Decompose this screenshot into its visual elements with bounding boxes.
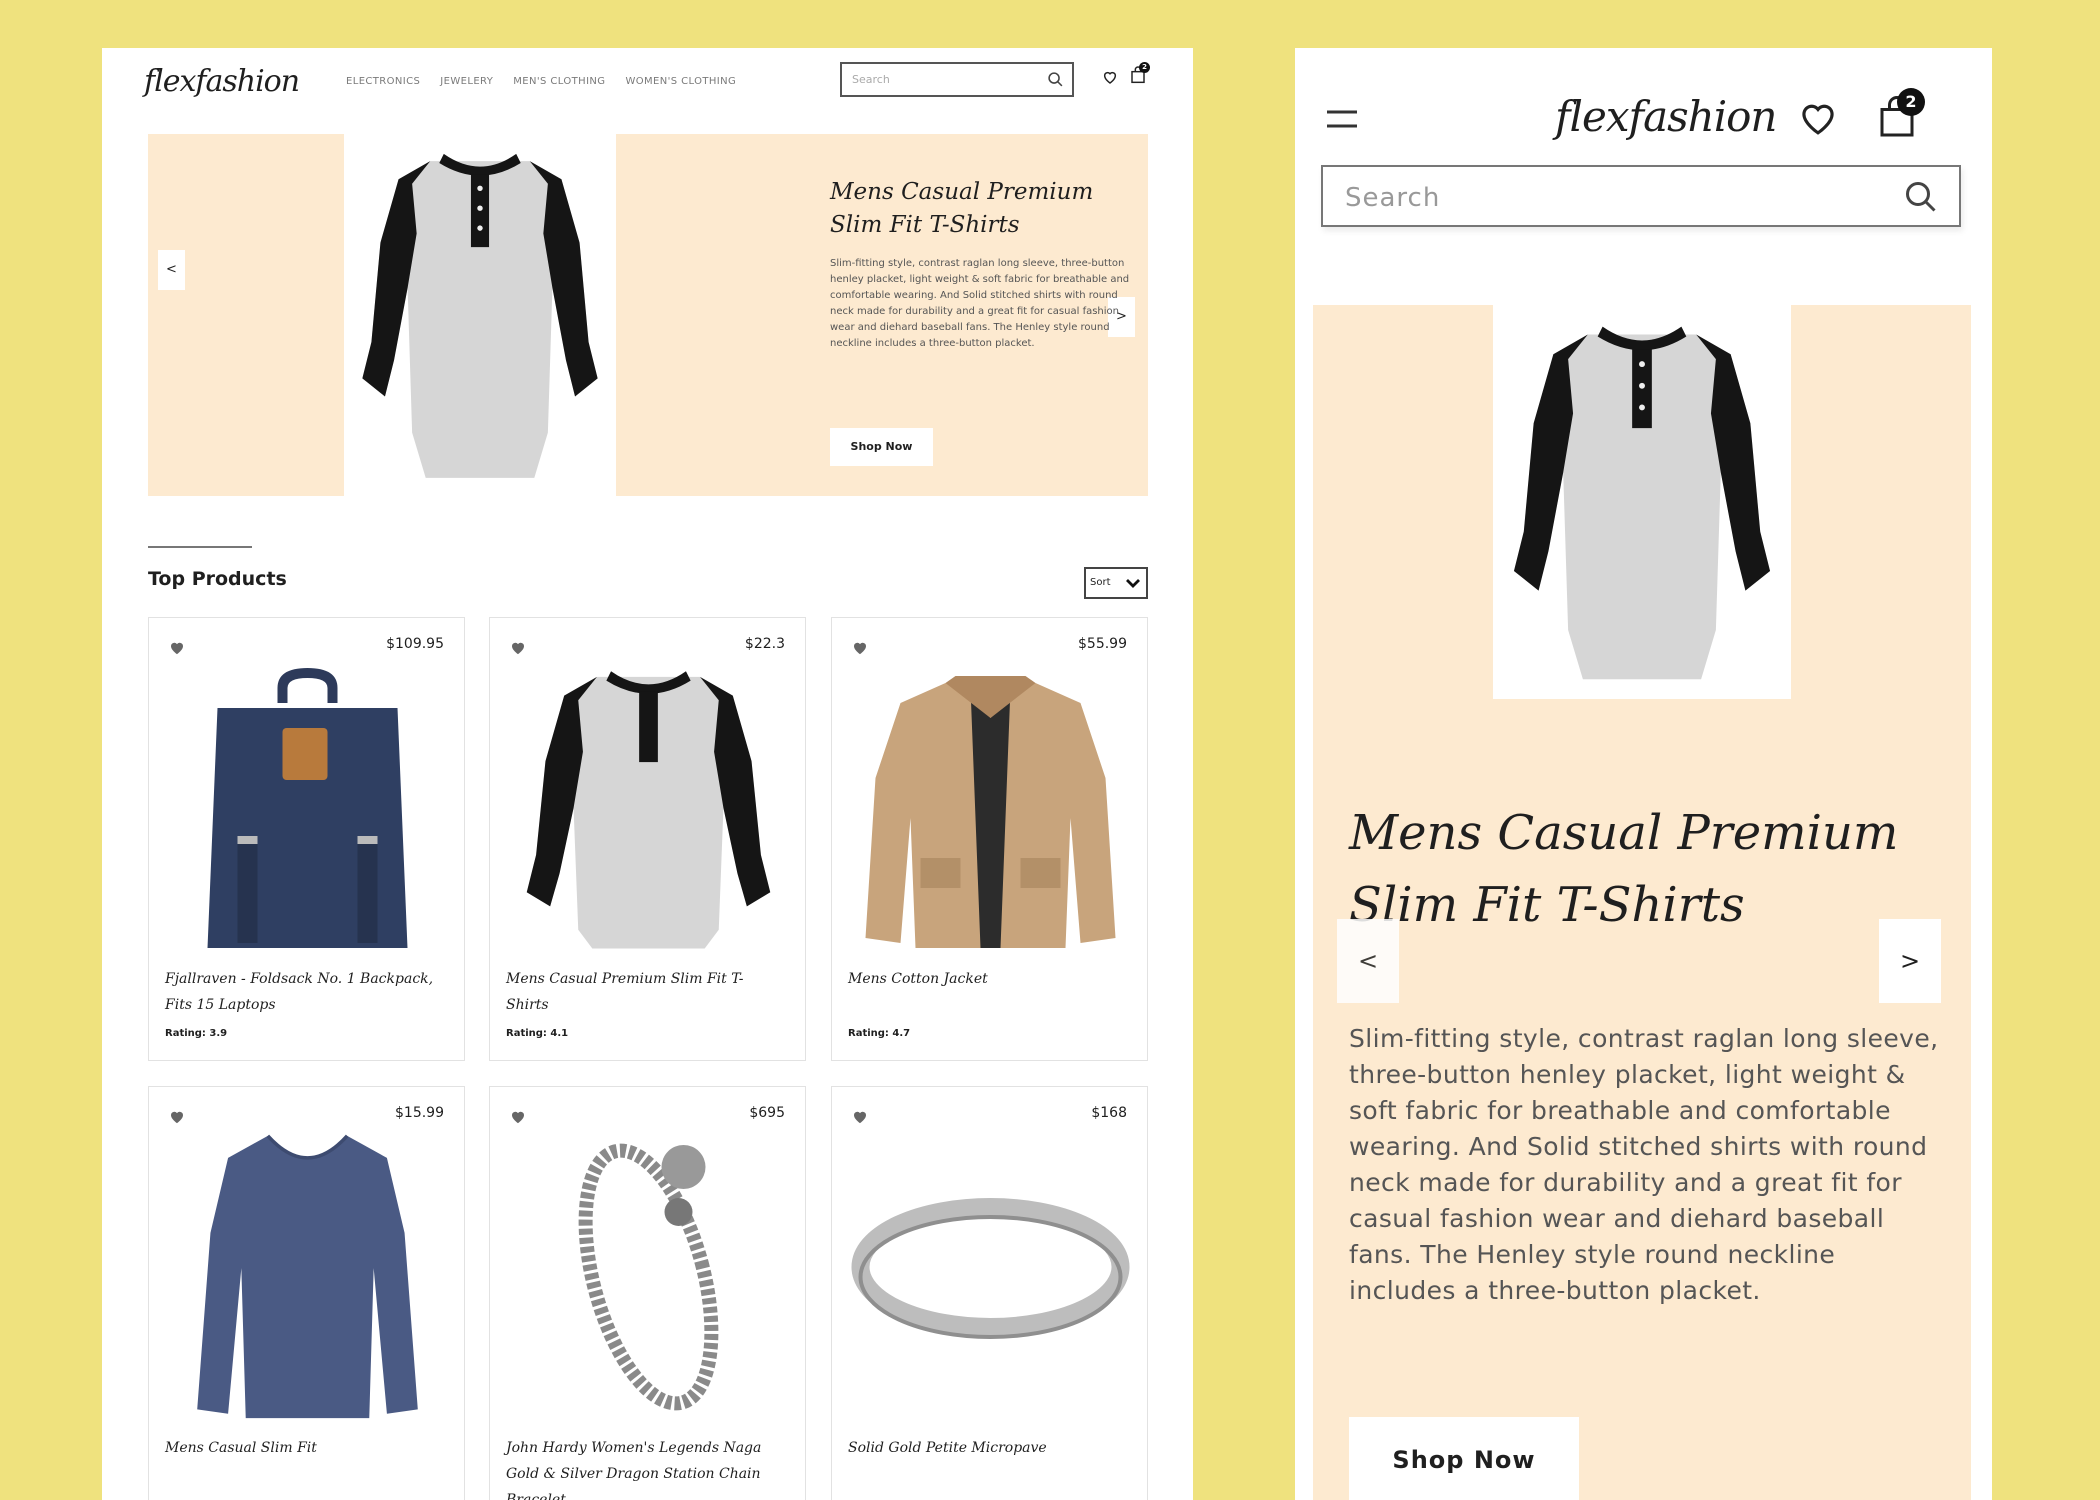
product-image [207, 668, 408, 948]
product-card[interactable]: $695 John Hardy Women's Legends Naga Gol… [489, 1086, 806, 1500]
product-rating: Rating: 4.7 [848, 1028, 911, 1039]
cart-count-badge: 2 [1897, 88, 1925, 116]
product-name[interactable]: Solid Gold Petite Micropave [848, 1435, 1128, 1461]
product-name[interactable]: Mens Casual Premium Slim Fit T-Shirts [506, 966, 786, 1018]
section-divider [148, 546, 252, 548]
favorite-heart-icon[interactable] [510, 640, 526, 655]
search-icon[interactable] [1903, 179, 1939, 215]
product-image [578, 1143, 719, 1411]
desktop-view: flexfashion ELECTRONICS JEWELERY MEN'S C… [102, 48, 1193, 1500]
search-placeholder: Search [852, 73, 890, 86]
hero-description: Slim-fitting style, contrast raglan long… [830, 258, 1130, 349]
shop-now-button[interactable]: Shop Now [1349, 1417, 1579, 1500]
sort-label: Sort [1090, 577, 1111, 588]
product-card[interactable]: $15.99 Mens Casual Slim Fit [148, 1086, 465, 1500]
product-price: $109.95 [386, 636, 444, 652]
hero-product-image [1493, 305, 1791, 699]
product-name[interactable]: Fjallraven - Foldsack No. 1 Backpack, Fi… [165, 966, 445, 1018]
product-name[interactable]: John Hardy Women's Legends Naga Gold & S… [506, 1435, 786, 1500]
search-input[interactable]: Search [1321, 165, 1961, 227]
favorite-heart-icon[interactable] [852, 1109, 868, 1124]
product-price: $22.3 [744, 636, 785, 652]
cart-count-badge: 2 [1139, 62, 1150, 73]
product-name[interactable]: Mens Casual Slim Fit [165, 1435, 445, 1461]
product-card[interactable]: $55.99 Mens Cotton Jacket Rating: 4.7 [831, 617, 1148, 1061]
section-title: Top Products [148, 568, 287, 590]
hero-description: Slim-fitting style, contrast raglan long… [1349, 1024, 1939, 1305]
hero-next-button[interactable]: > [1879, 919, 1941, 1003]
nav-item-electronics[interactable]: ELECTRONICS [346, 76, 420, 87]
search-icon[interactable] [1047, 71, 1064, 88]
heart-icon[interactable] [1799, 100, 1837, 136]
product-image [865, 676, 1116, 948]
heart-icon[interactable] [1102, 69, 1118, 85]
sort-select[interactable]: Sort [1084, 567, 1148, 599]
cart-button[interactable]: 2 [1130, 62, 1150, 84]
product-card[interactable]: $22.3 Mens Casual Premium Slim Fit T-Shi… [489, 617, 806, 1061]
nav-item-mens-clothing[interactable]: MEN'S CLOTHING [513, 76, 605, 87]
chevron-down-icon [1126, 579, 1140, 588]
product-name[interactable]: Mens Cotton Jacket [848, 966, 1128, 992]
product-image [851, 1198, 1130, 1339]
search-input[interactable]: Search [840, 62, 1074, 97]
product-price: $55.99 [1078, 636, 1127, 652]
favorite-heart-icon[interactable] [852, 640, 868, 655]
menu-icon[interactable] [1325, 108, 1359, 130]
product-card[interactable]: $109.95 Fjallraven - Foldsack No. 1 Back… [148, 617, 465, 1061]
hero-banner: Mens Casual Premium Slim Fit T-Shirts < … [1313, 305, 1971, 1500]
brand-logo[interactable]: flexfashion [144, 64, 300, 99]
hero-title: Mens Casual Premium Slim Fit T-Shirts [830, 179, 1094, 238]
product-image [197, 1134, 418, 1419]
product-rating: Rating: 3.9 [165, 1028, 228, 1039]
product-rating: Rating: 4.1 [506, 1028, 569, 1039]
brand-logo[interactable]: flexfashion [1555, 92, 1777, 141]
favorite-heart-icon[interactable] [169, 640, 185, 655]
product-image [526, 671, 771, 949]
search-placeholder: Search [1345, 183, 1441, 213]
product-price: $168 [1091, 1105, 1127, 1121]
hero-prev-button[interactable]: < [1337, 919, 1399, 1003]
cart-button[interactable]: 2 [1879, 88, 1925, 138]
product-price: $15.99 [395, 1105, 444, 1121]
main-nav: ELECTRONICS JEWELERY MEN'S CLOTHING WOME… [346, 76, 736, 87]
nav-item-womens-clothing[interactable]: WOMEN'S CLOTHING [625, 76, 736, 87]
product-card[interactable]: $168 Solid Gold Petite Micropave [831, 1086, 1148, 1500]
hero-product-image [344, 134, 616, 496]
nav-item-jewelery[interactable]: JEWELERY [440, 76, 493, 87]
mobile-view: flexfashion 2 Search Mens Casual Premium… [1295, 48, 1992, 1500]
hero-prev-button[interactable]: < [158, 250, 185, 290]
favorite-heart-icon[interactable] [169, 1109, 185, 1124]
favorite-heart-icon[interactable] [510, 1109, 526, 1124]
hero-banner: < > Mens Casual Premium Slim Fit T-Shirt… [148, 134, 1148, 496]
product-price: $695 [749, 1105, 785, 1121]
shop-now-button[interactable]: Shop Now [830, 428, 933, 466]
hero-title: Mens Casual Premium Slim Fit T-Shirts [1349, 805, 1899, 933]
